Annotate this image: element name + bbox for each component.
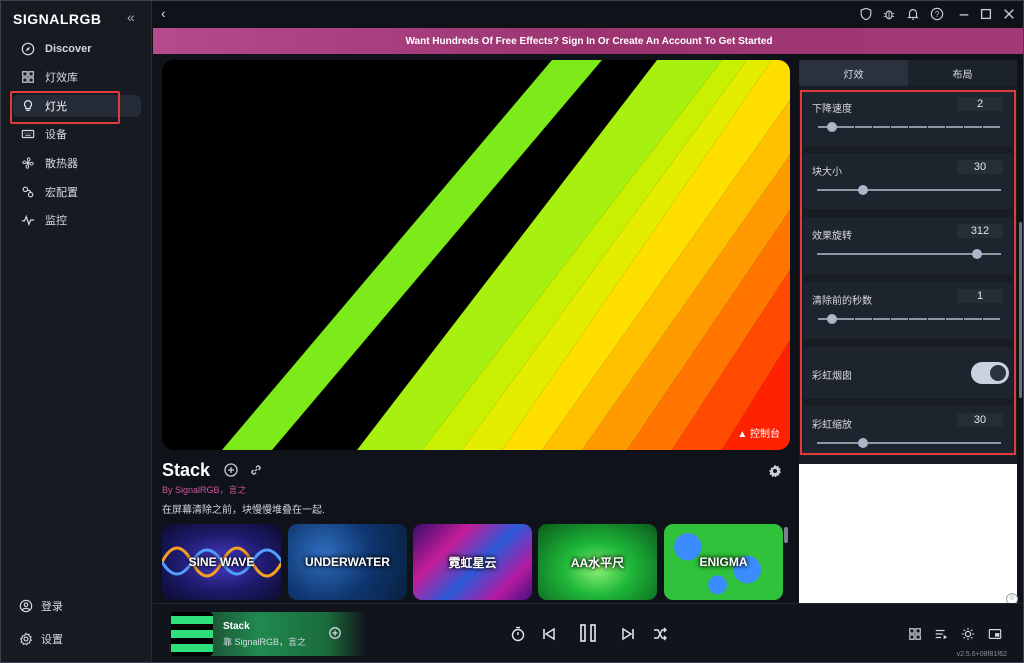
effect-thumbnail-sine-wave[interactable]: SINE WAVE	[162, 524, 281, 600]
previous-icon[interactable]	[541, 626, 557, 642]
playlist-icon[interactable]	[934, 627, 948, 641]
login-label: 登录	[41, 601, 63, 613]
tab-layout[interactable]: 布局	[908, 60, 1017, 86]
panel-scrollbar[interactable]	[1019, 222, 1022, 398]
sidebar-item-label: 灯效库	[45, 72, 78, 84]
sidebar-item-devices[interactable]: 设备	[13, 123, 141, 145]
sidebar-item-effect-library[interactable]: 灯效库	[13, 66, 141, 88]
effect-title: Stack	[162, 460, 211, 480]
highlight-box	[10, 91, 120, 124]
close-icon[interactable]	[1002, 7, 1016, 21]
sidebar-item-label: 散热器	[45, 158, 78, 170]
bug-icon[interactable]	[882, 7, 896, 21]
now-playing-thumbnail	[171, 612, 213, 656]
now-playing-art	[171, 616, 213, 652]
next-icon[interactable]	[620, 626, 636, 642]
login-button[interactable]: 登录	[19, 598, 63, 614]
thumbnail-scrollbar[interactable]	[784, 527, 788, 543]
thumbnail-label: ENIGMA	[699, 555, 748, 569]
gear-icon[interactable]	[768, 464, 782, 478]
back-arrow-icon[interactable]: ‹	[161, 5, 166, 21]
panel-tabs: 灯效 布局	[799, 60, 1017, 86]
thumbnail-label: AA水平尺	[570, 555, 625, 570]
sidebar-item-label: 宏配置	[45, 187, 78, 199]
brightness-icon[interactable]	[961, 627, 975, 641]
sidebar-item-macros[interactable]: 宏配置	[13, 181, 141, 203]
effect-author[interactable]: By SignalRGB，言之	[162, 483, 247, 496]
thumbnail-label: 霓虹星云	[448, 555, 497, 570]
effect-preview: ▲ 控制台	[162, 60, 790, 450]
macro-icon	[22, 186, 34, 198]
user-icon	[19, 599, 33, 613]
tab-effects[interactable]: 灯效	[799, 60, 908, 86]
shield-icon[interactable]	[859, 7, 873, 21]
double-chevron-left-icon[interactable]: «	[127, 9, 135, 25]
grid-icon	[22, 71, 34, 83]
effect-thumbnail-enigma[interactable]: ENIGMA	[664, 524, 783, 600]
mini-player-icon[interactable]	[988, 627, 1002, 641]
link-icon[interactable]	[248, 462, 264, 478]
effect-description: 在屏幕清除之前，块慢慢堆叠在一起.	[162, 505, 325, 516]
console-toggle[interactable]: ▲ 控制台	[737, 425, 780, 440]
add-circle-icon[interactable]	[223, 462, 239, 478]
effect-thumbnail-aa-level[interactable]: AA水平尺	[538, 524, 657, 600]
grid-view-icon[interactable]	[908, 627, 922, 641]
now-playing-title: Stack	[223, 621, 250, 632]
stack-effect-canvas	[162, 60, 790, 450]
pause-icon[interactable]	[577, 622, 599, 644]
effect-thumbnail-neon-nebula[interactable]: 霓虹星云	[413, 524, 532, 600]
svg-text:?: ?	[935, 10, 940, 19]
sidebar-item-label: 监控	[45, 215, 67, 227]
app-logo: SIGNALRGB	[13, 11, 102, 27]
timer-icon[interactable]	[510, 626, 526, 642]
sidebar-item-label: Discover	[45, 43, 92, 55]
pulse-icon	[21, 214, 35, 227]
fan-icon	[22, 157, 34, 169]
sidebar-item-label: 设备	[45, 129, 67, 141]
highlight-box	[800, 90, 1016, 455]
app-version: v2.5.6+08f81f62	[956, 651, 1007, 658]
add-circle-icon[interactable]	[328, 626, 342, 640]
thumbnail-label: UNDERWATER	[305, 555, 390, 569]
shuffle-icon[interactable]	[652, 626, 668, 642]
compass-icon	[21, 42, 35, 56]
effect-thumbnail-underwater[interactable]: UNDERWATER	[288, 524, 407, 600]
now-playing-author: 靠 SignalRGB，言之	[223, 637, 307, 647]
sidebar-item-monitor[interactable]: 监控	[13, 209, 141, 231]
help-icon[interactable]: ?	[930, 7, 944, 21]
bell-icon[interactable]	[906, 7, 920, 21]
sign-in-banner[interactable]: Want Hundreds Of Free Effects? Sign In O…	[153, 28, 1023, 54]
sidebar-item-discover[interactable]: Discover	[13, 38, 141, 60]
maximize-icon[interactable]	[979, 7, 993, 21]
sidebar-item-cooling[interactable]: 散热器	[13, 152, 141, 174]
keyboard-icon	[21, 129, 35, 139]
signalrgb-window: SIGNALRGB « Discover 灯效库 灯光 设备 散热器 宏配置 监…	[0, 0, 1024, 663]
thumbnail-label: SINE WAVE	[188, 555, 255, 569]
settings-button[interactable]: 设置	[19, 631, 63, 647]
settings-label: 设置	[41, 634, 63, 646]
minimize-icon[interactable]	[957, 7, 971, 21]
gear-icon	[19, 632, 33, 646]
